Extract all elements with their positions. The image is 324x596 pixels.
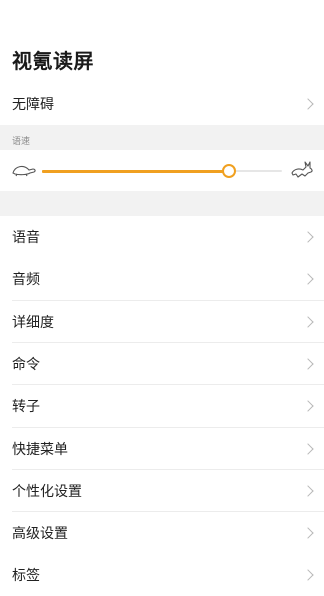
speed-section-header [0,125,324,150]
menu-item-label: 快捷菜单 [12,441,68,458]
menu-item-label: 命令 [12,356,40,373]
menu-item-audio[interactable]: 音频 [0,258,324,301]
chevron-right-icon [302,98,314,110]
slider-thumb[interactable] [222,164,237,178]
chevron-right-icon [302,315,314,328]
menu-item-label: 详细度 [12,314,54,331]
menu-item-shortcut-menu[interactable]: 快捷菜单 [0,427,324,470]
chevron-right-icon [302,231,314,243]
menu-item-rotor[interactable]: 转子 [0,385,324,428]
menu-item-verbosity[interactable]: 详细度 [0,300,324,343]
menu-item-voice[interactable]: 语音 [0,216,324,258]
menu-item-label: 个性化设置 [12,483,82,500]
chevron-right-icon [302,442,314,455]
chevron-right-icon [302,273,314,285]
menu-item-label: 标签 [12,568,40,585]
rabbit-icon [291,161,313,178]
chevron-right-icon [302,358,314,370]
speed-section-label: 语速 [12,137,31,147]
section-gap [0,191,324,216]
speech-rate-slider[interactable] [0,150,324,191]
menu-item-personalization[interactable]: 个性化设置 [0,469,324,512]
page-title: 视氪读屏 [12,49,94,73]
menu-item-tags[interactable]: 标签 [0,554,324,596]
slider-fill [42,170,230,173]
accessibility-row[interactable]: 无障碍 [0,83,324,125]
chevron-right-icon [302,569,314,582]
chevron-right-icon [302,527,314,539]
menu-item-commands[interactable]: 命令 [0,342,324,385]
menu-item-label: 高级设置 [12,526,68,543]
menu-item-label: 音频 [12,272,40,289]
menu-item-advanced-settings[interactable]: 高级设置 [0,512,324,555]
menu-item-label: 转子 [12,399,40,416]
chevron-right-icon [302,485,314,497]
menu-item-label: 语音 [12,230,40,246]
chevron-right-icon [302,400,314,412]
accessibility-label: 无障碍 [12,97,54,113]
turtle-icon [12,165,36,177]
